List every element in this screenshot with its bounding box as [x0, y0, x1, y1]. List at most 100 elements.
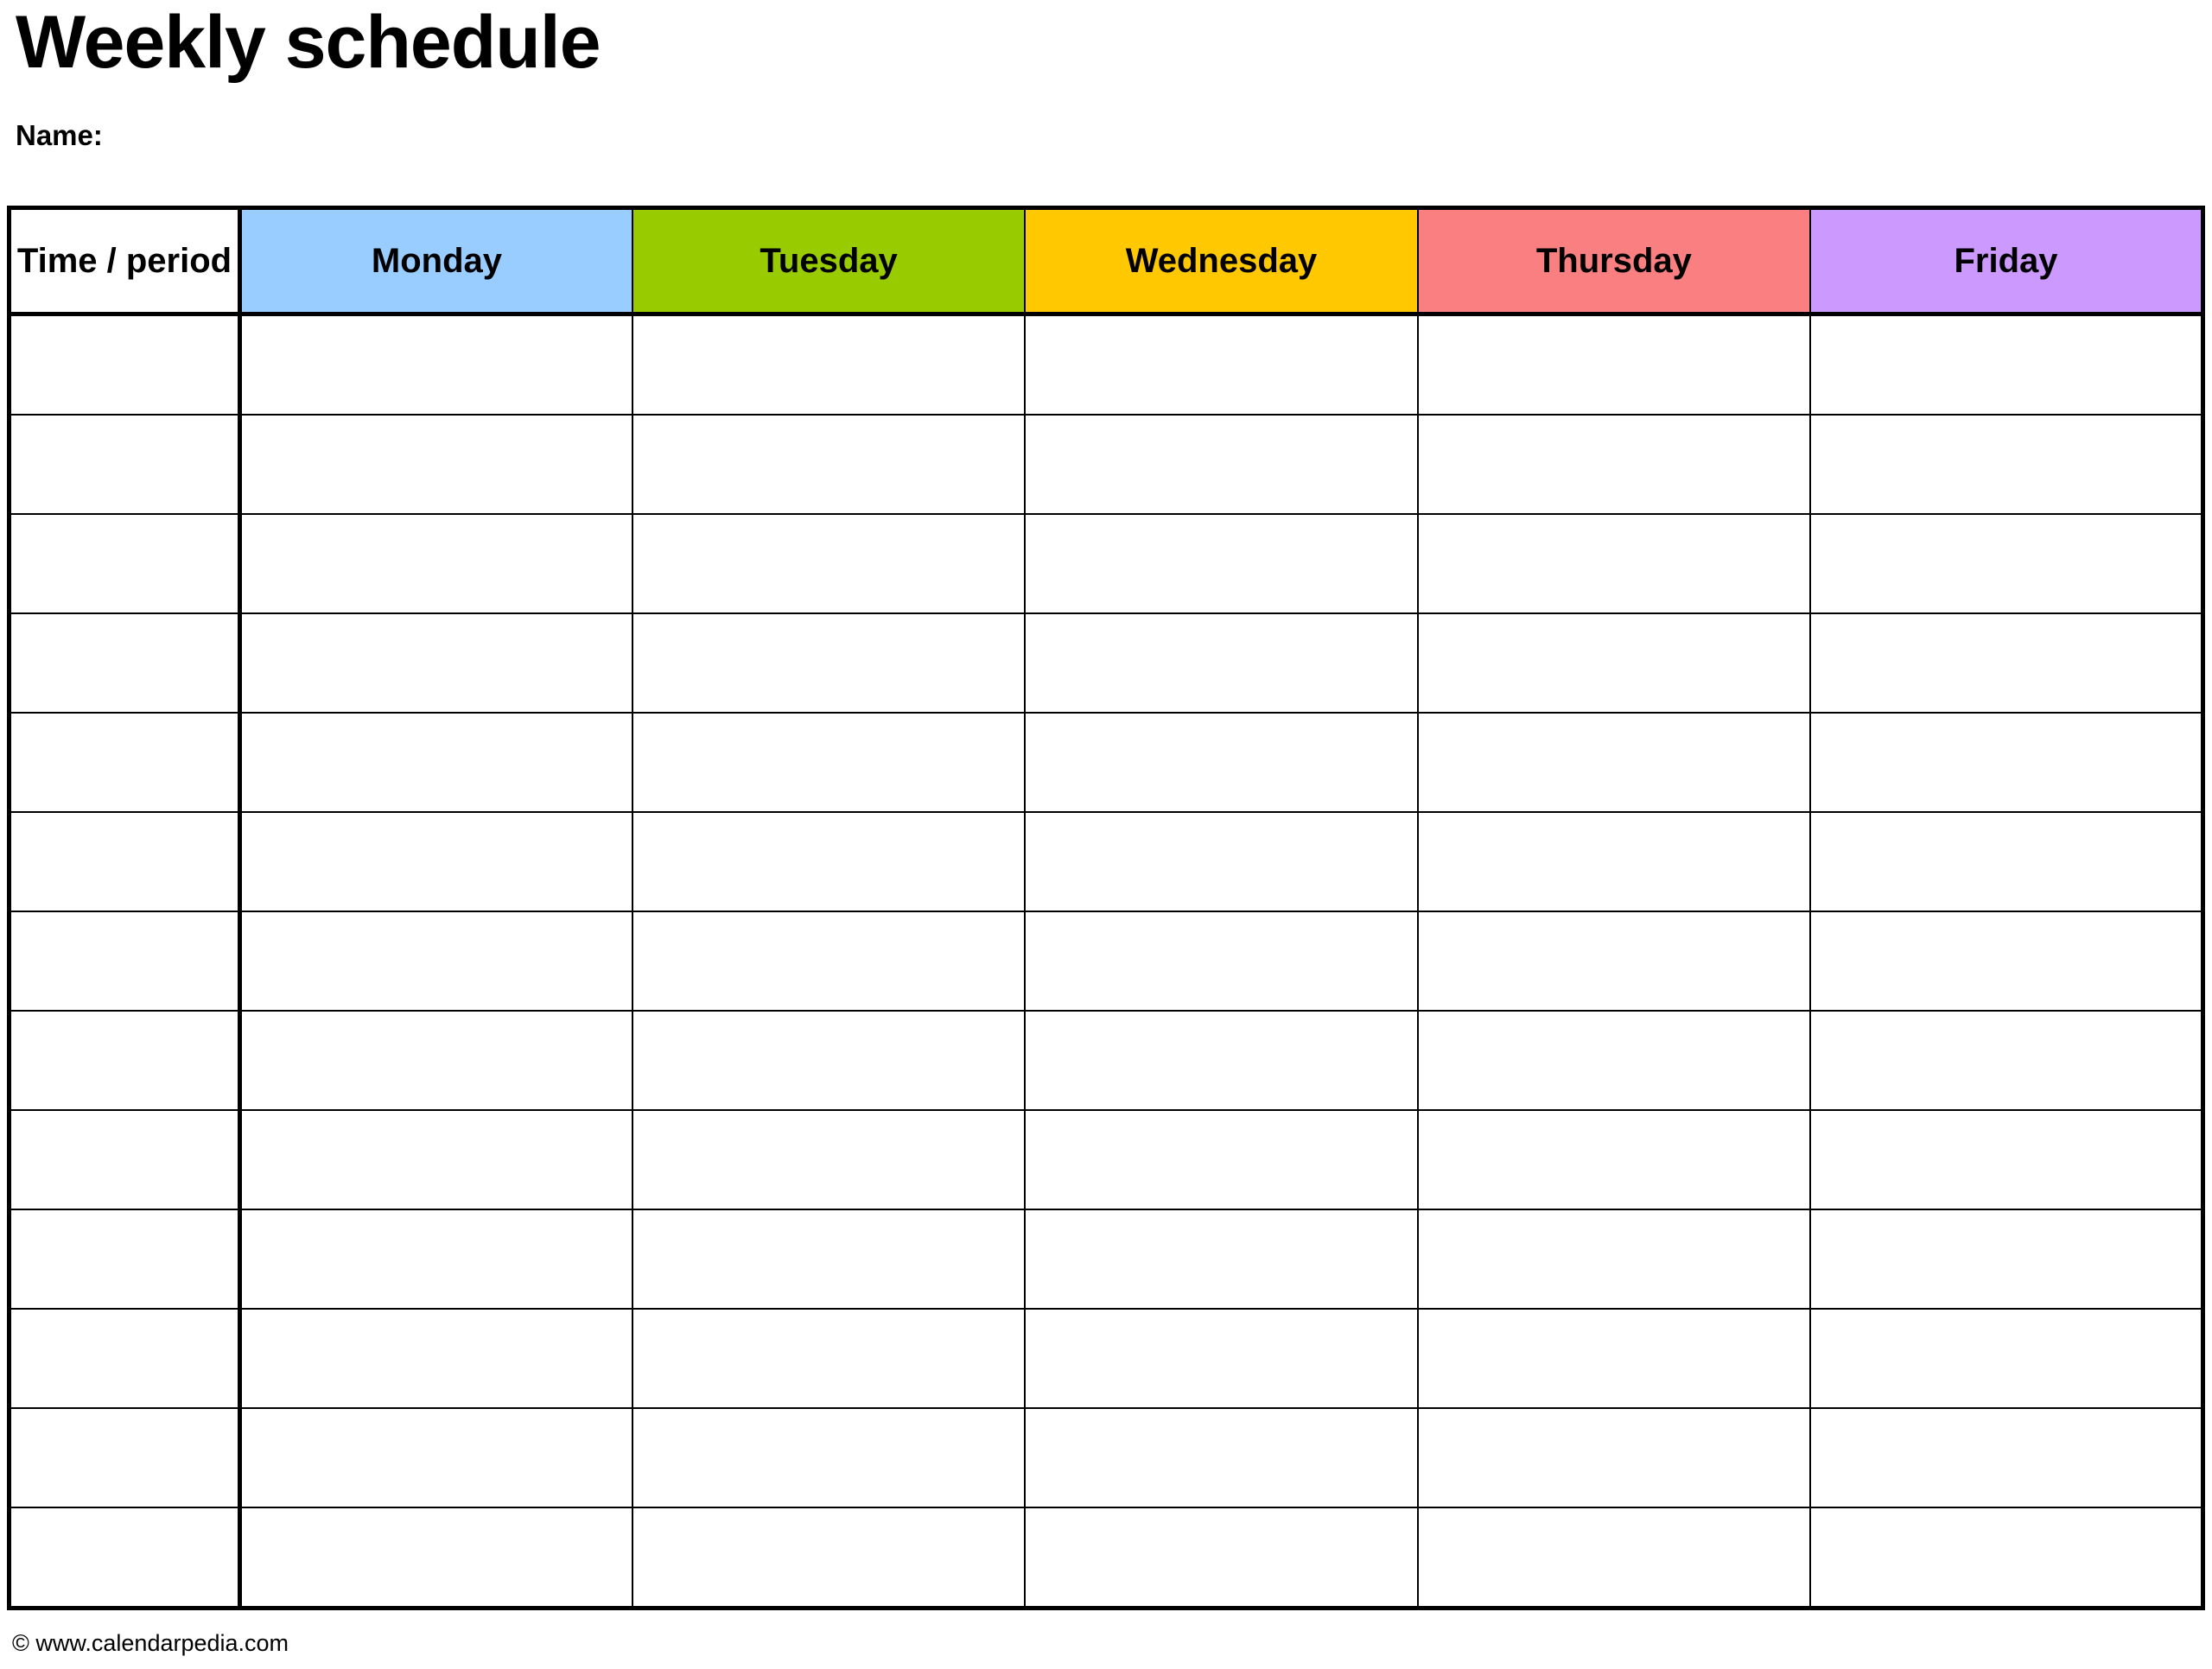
- schedule-cell[interactable]: [1809, 1507, 2206, 1610]
- schedule-cell[interactable]: [1024, 811, 1419, 912]
- table-row: [7, 612, 2206, 714]
- header-day-tuesday: Tuesday: [631, 206, 1027, 316]
- schedule-cell[interactable]: [1416, 313, 1812, 416]
- schedule-cell[interactable]: [238, 1407, 633, 1508]
- schedule-cell[interactable]: [1416, 911, 1812, 1012]
- page-title: Weekly schedule: [16, 1, 601, 84]
- schedule-cell[interactable]: [1024, 313, 1419, 416]
- schedule-cell[interactable]: [238, 1507, 633, 1610]
- schedule-cell[interactable]: [1024, 513, 1419, 614]
- schedule-cell[interactable]: [1024, 1507, 1419, 1610]
- table-row: [7, 1109, 2206, 1210]
- table-row: [7, 712, 2206, 813]
- schedule-cell[interactable]: [238, 1308, 633, 1409]
- time-cell[interactable]: [7, 1010, 242, 1111]
- time-cell[interactable]: [7, 911, 242, 1012]
- time-cell[interactable]: [7, 313, 242, 416]
- time-cell[interactable]: [7, 1407, 242, 1508]
- schedule-cell[interactable]: [1416, 1209, 1812, 1310]
- schedule-cell[interactable]: [238, 414, 633, 515]
- schedule-cell[interactable]: [1809, 1407, 2206, 1508]
- schedule-cell[interactable]: [1809, 612, 2206, 714]
- schedule-cell[interactable]: [631, 712, 1027, 813]
- schedule-cell[interactable]: [1416, 513, 1812, 614]
- schedule-cell[interactable]: [1024, 1209, 1419, 1310]
- schedule-cell[interactable]: [1809, 1010, 2206, 1111]
- schedule-cell[interactable]: [631, 1109, 1027, 1210]
- schedule-cell[interactable]: [631, 513, 1027, 614]
- name-label: Name:: [16, 119, 103, 151]
- schedule-cell[interactable]: [1809, 313, 2206, 416]
- schedule-cell[interactable]: [238, 1109, 633, 1210]
- schedule-cell[interactable]: [238, 513, 633, 614]
- time-cell[interactable]: [7, 1507, 242, 1610]
- schedule-cell[interactable]: [631, 1507, 1027, 1610]
- weekly-schedule-table: Time / period Monday Tuesday Wednesday T…: [7, 206, 2206, 1610]
- schedule-cell[interactable]: [1024, 1109, 1419, 1210]
- schedule-cell[interactable]: [1809, 513, 2206, 614]
- schedule-cell[interactable]: [1024, 1407, 1419, 1508]
- schedule-body: [7, 313, 2206, 1610]
- schedule-cell[interactable]: [1416, 1507, 1812, 1610]
- schedule-cell[interactable]: [238, 811, 633, 912]
- schedule-cell[interactable]: [1809, 712, 2206, 813]
- schedule-cell[interactable]: [1024, 1010, 1419, 1111]
- schedule-cell[interactable]: [631, 612, 1027, 714]
- schedule-header: Time / period Monday Tuesday Wednesday T…: [7, 206, 2206, 316]
- header-day-friday: Friday: [1809, 206, 2206, 316]
- schedule-cell[interactable]: [1416, 1109, 1812, 1210]
- schedule-cell[interactable]: [1416, 612, 1812, 714]
- time-cell[interactable]: [7, 811, 242, 912]
- schedule-cell[interactable]: [1809, 1308, 2206, 1409]
- schedule-cell[interactable]: [631, 811, 1027, 912]
- schedule-cell[interactable]: [1024, 612, 1419, 714]
- time-cell[interactable]: [7, 612, 242, 714]
- time-cell[interactable]: [7, 1308, 242, 1409]
- schedule-cell[interactable]: [1809, 414, 2206, 515]
- footer-copyright: © www.calendarpedia.com: [12, 1630, 289, 1656]
- schedule-cell[interactable]: [1809, 811, 2206, 912]
- schedule-cell[interactable]: [238, 612, 633, 714]
- schedule-cell[interactable]: [1416, 712, 1812, 813]
- table-row: [7, 313, 2206, 416]
- schedule-cell[interactable]: [238, 1010, 633, 1111]
- time-cell[interactable]: [7, 513, 242, 614]
- schedule-cell[interactable]: [238, 1209, 633, 1310]
- schedule-cell[interactable]: [1024, 911, 1419, 1012]
- schedule-cell[interactable]: [238, 313, 633, 416]
- time-cell[interactable]: [7, 414, 242, 515]
- time-cell[interactable]: [7, 712, 242, 813]
- header-time-period: Time / period: [7, 206, 242, 316]
- schedule-cell[interactable]: [1416, 1308, 1812, 1409]
- table-row: [7, 1010, 2206, 1111]
- schedule-table-wrapper: Time / period Monday Tuesday Wednesday T…: [7, 206, 2206, 1610]
- time-cell[interactable]: [7, 1109, 242, 1210]
- schedule-cell[interactable]: [631, 1407, 1027, 1508]
- header-day-thursday: Thursday: [1416, 206, 1812, 316]
- schedule-cell[interactable]: [631, 313, 1027, 416]
- schedule-cell[interactable]: [631, 1209, 1027, 1310]
- schedule-cell[interactable]: [1416, 414, 1812, 515]
- header-day-wednesday: Wednesday: [1024, 206, 1419, 316]
- schedule-cell[interactable]: [1024, 1308, 1419, 1409]
- schedule-cell[interactable]: [1416, 811, 1812, 912]
- time-cell[interactable]: [7, 1209, 242, 1310]
- schedule-cell[interactable]: [1024, 414, 1419, 515]
- schedule-cell[interactable]: [631, 911, 1027, 1012]
- schedule-cell[interactable]: [238, 712, 633, 813]
- schedule-cell[interactable]: [631, 1308, 1027, 1409]
- schedule-cell[interactable]: [1809, 1109, 2206, 1210]
- schedule-cell[interactable]: [1416, 1407, 1812, 1508]
- schedule-cell[interactable]: [1416, 1010, 1812, 1111]
- schedule-cell[interactable]: [238, 911, 633, 1012]
- table-row: [7, 513, 2206, 614]
- schedule-cell[interactable]: [1809, 1209, 2206, 1310]
- table-row: [7, 1507, 2206, 1610]
- header-row: Time / period Monday Tuesday Wednesday T…: [7, 206, 2206, 316]
- schedule-cell[interactable]: [1809, 911, 2206, 1012]
- schedule-cell[interactable]: [631, 414, 1027, 515]
- header-day-monday: Monday: [238, 206, 633, 316]
- table-row: [7, 1308, 2206, 1409]
- schedule-cell[interactable]: [631, 1010, 1027, 1111]
- schedule-cell[interactable]: [1024, 712, 1419, 813]
